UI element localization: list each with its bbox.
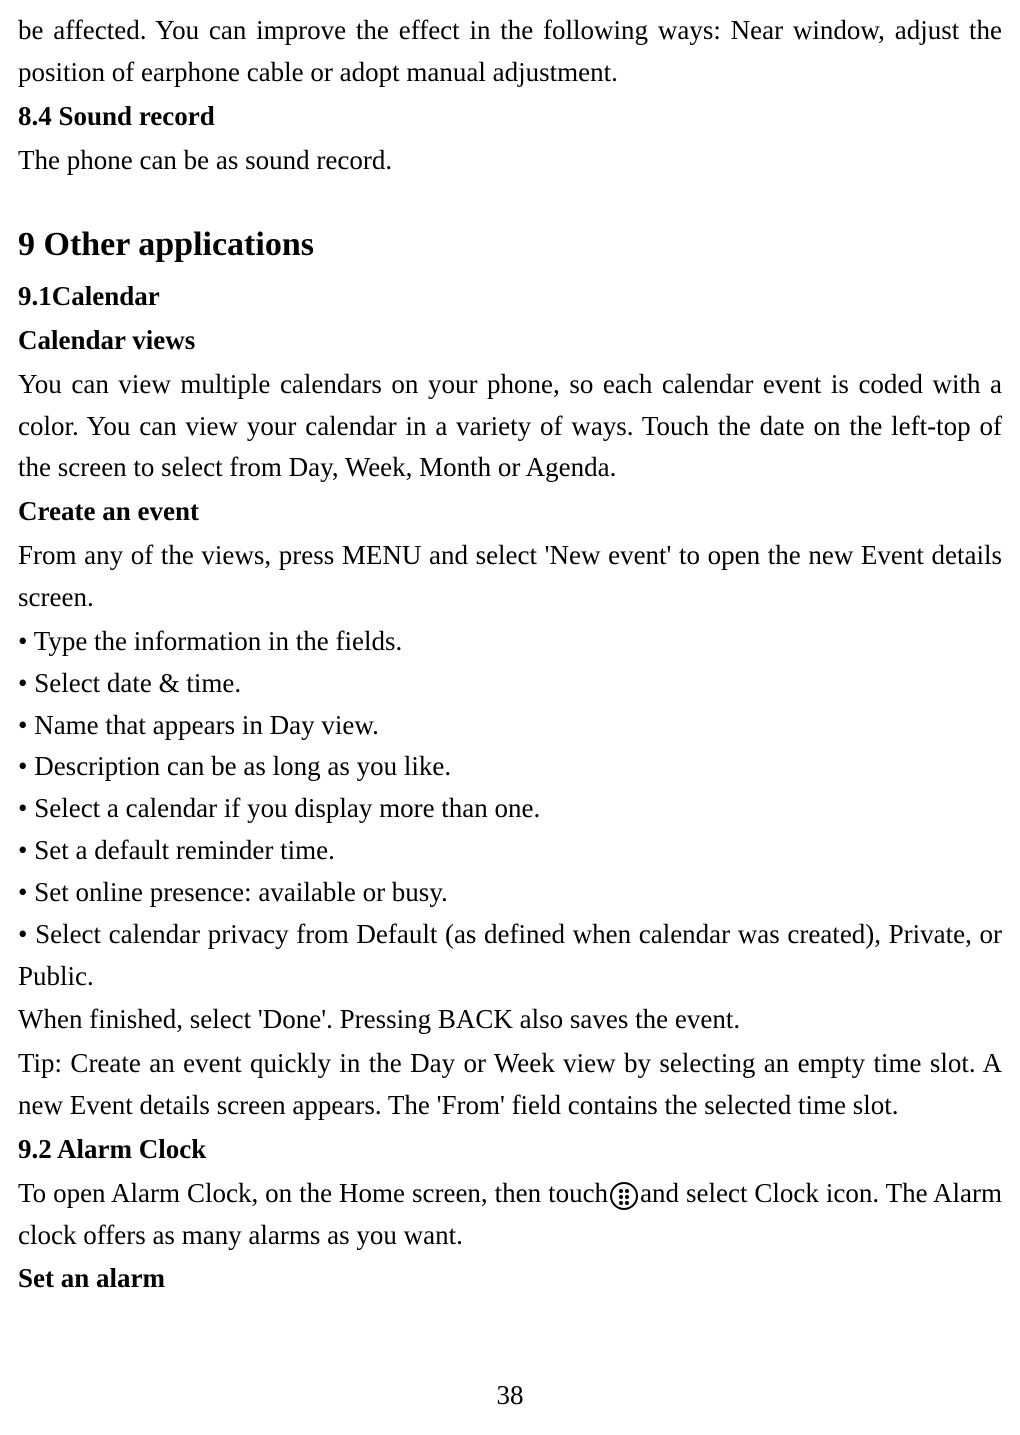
tip-text: Tip: Create an event quickly in the Day … bbox=[18, 1043, 1002, 1127]
bullet-item: • Name that appears in Day view. bbox=[18, 705, 1002, 747]
section-9-title: 9 Other applications bbox=[18, 219, 1002, 272]
section-8-4-title: 8.4 Sound record bbox=[18, 96, 1002, 138]
bullet-item: • Set online presence: available or busy… bbox=[18, 872, 1002, 914]
section-8-4-body: The phone can be as sound record. bbox=[18, 140, 1002, 182]
bullet-item: • Description can be as long as you like… bbox=[18, 746, 1002, 788]
calendar-views-body: You can view multiple calendars on your … bbox=[18, 364, 1002, 490]
set-alarm-heading: Set an alarm bbox=[18, 1258, 1002, 1300]
section-9-1-title: 9.1Calendar bbox=[18, 276, 1002, 318]
alarm-clock-text-part1: To open Alarm Clock, on the Home screen,… bbox=[18, 1178, 608, 1208]
alarm-clock-line: To open Alarm Clock, on the Home screen,… bbox=[18, 1173, 1002, 1257]
app-drawer-icon bbox=[610, 1182, 638, 1210]
bullet-item: • Select a calendar if you display more … bbox=[18, 788, 1002, 830]
intro-paragraph: be affected. You can improve the effect … bbox=[18, 10, 1002, 94]
bullet-item: • Set a default reminder time. bbox=[18, 830, 1002, 872]
when-finished-text: When finished, select 'Done'. Pressing B… bbox=[18, 999, 1002, 1041]
create-event-intro: From any of the views, press MENU and se… bbox=[18, 535, 1002, 619]
create-event-heading: Create an event bbox=[18, 491, 1002, 533]
calendar-views-heading: Calendar views bbox=[18, 320, 1002, 362]
bullet-item: • Type the information in the fields. bbox=[18, 621, 1002, 663]
page-number: 38 bbox=[0, 1375, 1020, 1417]
bullet-item: • Select calendar privacy from Default (… bbox=[18, 914, 1002, 998]
bullet-item: • Select date & time. bbox=[18, 663, 1002, 705]
section-9-2-title: 9.2 Alarm Clock bbox=[18, 1129, 1002, 1171]
